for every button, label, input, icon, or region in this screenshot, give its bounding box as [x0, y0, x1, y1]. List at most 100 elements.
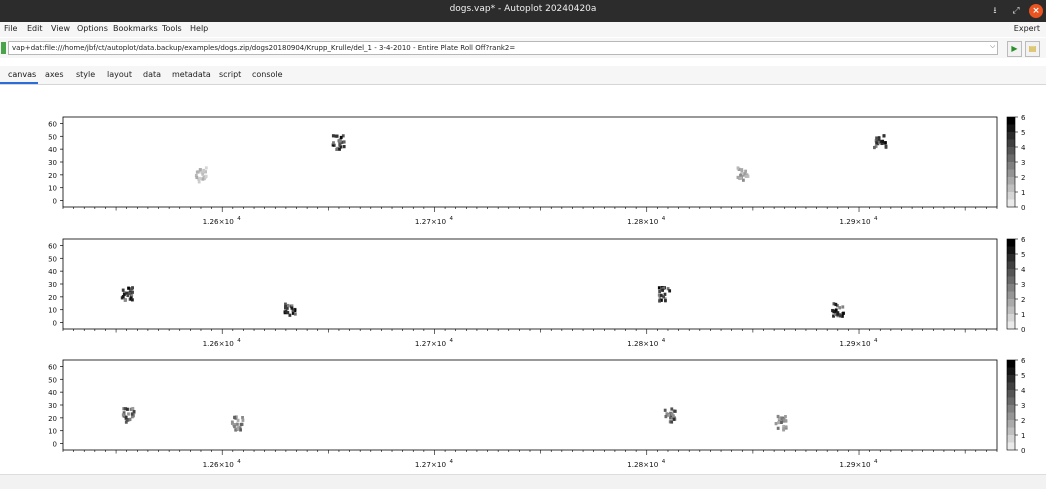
heatmap-cell	[334, 134, 338, 138]
heatmap-cell	[739, 176, 743, 180]
colorbar-tick-label: 0	[1021, 204, 1025, 212]
tab-data[interactable]: data	[143, 70, 161, 79]
colorbar-segment	[1007, 276, 1015, 285]
heatmap-cell	[672, 414, 675, 418]
heatmap-cell	[198, 176, 202, 181]
tab-metadata[interactable]: metadata	[172, 70, 211, 79]
heatmap-cell	[875, 136, 878, 140]
heatmap-cell	[195, 170, 199, 174]
menu-bookmarks[interactable]: Bookmarks	[113, 24, 158, 33]
heatmap-cell	[290, 306, 294, 310]
heatmap-cell	[342, 140, 346, 144]
folder-icon[interactable]: ▤	[1025, 41, 1040, 57]
heatmap-cell	[332, 141, 335, 145]
heatmap-cell	[233, 415, 237, 419]
heatmap-cell	[198, 168, 202, 172]
colorbar-segment	[1007, 375, 1015, 383]
heatmap-cell	[339, 139, 342, 143]
x-tick-label: 1.27×10	[415, 460, 447, 469]
heatmap-cell	[877, 137, 881, 141]
colorbar-segment	[1007, 367, 1015, 376]
x-tick-exponent: 4	[237, 216, 241, 222]
menu-options[interactable]: Options	[77, 24, 108, 33]
x-tick-label: 1.29×10	[839, 217, 871, 226]
heatmap-cell	[834, 302, 838, 307]
tab-canvas[interactable]: canvas	[8, 70, 36, 79]
heatmap-cell	[127, 286, 130, 290]
colorbar-tick-label: 3	[1021, 159, 1025, 167]
heatmap-cell	[338, 142, 342, 146]
heatmap-cell	[884, 141, 887, 145]
colorbar-tick-label: 5	[1021, 251, 1025, 259]
x-tick-label: 1.29×10	[839, 339, 871, 348]
address-status-icon	[1, 42, 6, 54]
colorbar-tick-label: 0	[1021, 447, 1025, 455]
menu-edit[interactable]: Edit	[27, 24, 43, 33]
maximize-icon[interactable]: ⤢	[1009, 4, 1023, 18]
colorbar-segment	[1007, 405, 1015, 413]
active-tab-indicator	[0, 82, 38, 84]
y-tick-label: 40	[48, 146, 57, 154]
menu-file[interactable]: File	[4, 24, 17, 33]
heatmap-cell	[124, 415, 128, 420]
colorbar-segment	[1007, 360, 1015, 368]
uri-input[interactable]: vap+dat:file:///home/jbf/ct/autoplot/dat…	[8, 41, 998, 55]
colorbar-segment	[1007, 291, 1015, 300]
heatmap-cell	[673, 409, 677, 413]
heatmap-cell	[780, 420, 783, 425]
colorbar-tick-label: 1	[1021, 432, 1025, 440]
plots-svg[interactable]: 01020304050601.26×10 4 1.27×10 4 1.28×10 4 1.2…	[0, 85, 1046, 473]
tab-axes[interactable]: axes	[45, 70, 63, 79]
tab-console[interactable]: console	[252, 70, 283, 79]
heatmap-cell	[121, 288, 125, 292]
colorbar-tick-label: 6	[1021, 236, 1026, 244]
colorbar-segment	[1007, 154, 1015, 163]
colorbar-segment	[1007, 442, 1015, 451]
heatmap-cell	[204, 166, 208, 170]
heatmap-cell	[201, 172, 205, 176]
tab-script[interactable]: script	[219, 70, 241, 79]
menu-bar: File Edit View Options Bookmarks Tools H…	[0, 22, 1046, 37]
chevron-down-icon[interactable]: ⌵	[990, 42, 995, 51]
heatmap-cell	[284, 305, 287, 310]
y-tick-label: 30	[48, 402, 57, 410]
heatmap-cell	[121, 413, 125, 417]
heatmap-cell	[784, 415, 787, 419]
heatmap-cell	[777, 421, 781, 425]
colorbar-segment	[1007, 306, 1015, 315]
heatmap-cell	[339, 135, 343, 140]
download-icon[interactable]: ⭳	[988, 4, 1002, 18]
heatmap-cell	[776, 414, 780, 419]
y-tick-label: 10	[48, 185, 57, 193]
play-icon[interactable]: ▶	[1007, 41, 1022, 57]
x-tick-exponent: 4	[237, 459, 241, 465]
tab-layout[interactable]: layout	[107, 70, 132, 79]
menu-tools[interactable]: Tools	[162, 24, 182, 33]
menu-help[interactable]: Help	[190, 24, 208, 33]
y-tick-label: 20	[48, 294, 57, 302]
plot-frame	[62, 116, 998, 208]
heatmap-cell	[832, 310, 836, 314]
plot-canvas[interactable]: 0 10 20 30 40 50 60 1.26×10 4 1.27×10 4 1.28×10 4 1.2…	[0, 85, 1046, 473]
expert-mode-label[interactable]: Expert	[1014, 24, 1040, 33]
x-tick-label: 1.26×10	[203, 460, 235, 469]
colorbar-segment	[1007, 435, 1015, 443]
heatmap-cell	[881, 139, 885, 143]
heatmap-cell	[241, 418, 245, 422]
colorbar-segment	[1007, 199, 1015, 208]
y-tick-label: 60	[48, 120, 57, 128]
close-icon[interactable]: ×	[1029, 4, 1043, 18]
colorbar-tick-label: 3	[1021, 281, 1025, 289]
tab-bar: canvas axes style layout data metadata s…	[0, 66, 1046, 85]
heatmap-cell	[331, 134, 335, 138]
colorbar-tick-label: 5	[1021, 372, 1025, 380]
colorbar-segment	[1007, 390, 1015, 398]
menu-view[interactable]: View	[51, 24, 70, 33]
y-tick-label: 50	[48, 376, 57, 384]
colorbar-segment	[1007, 117, 1015, 125]
heatmap-cell	[740, 168, 744, 172]
heatmap-cell	[201, 177, 205, 181]
tab-style[interactable]: style	[76, 70, 95, 79]
x-tick-label: 1.28×10	[627, 339, 659, 348]
heatmap-cell	[197, 180, 201, 184]
